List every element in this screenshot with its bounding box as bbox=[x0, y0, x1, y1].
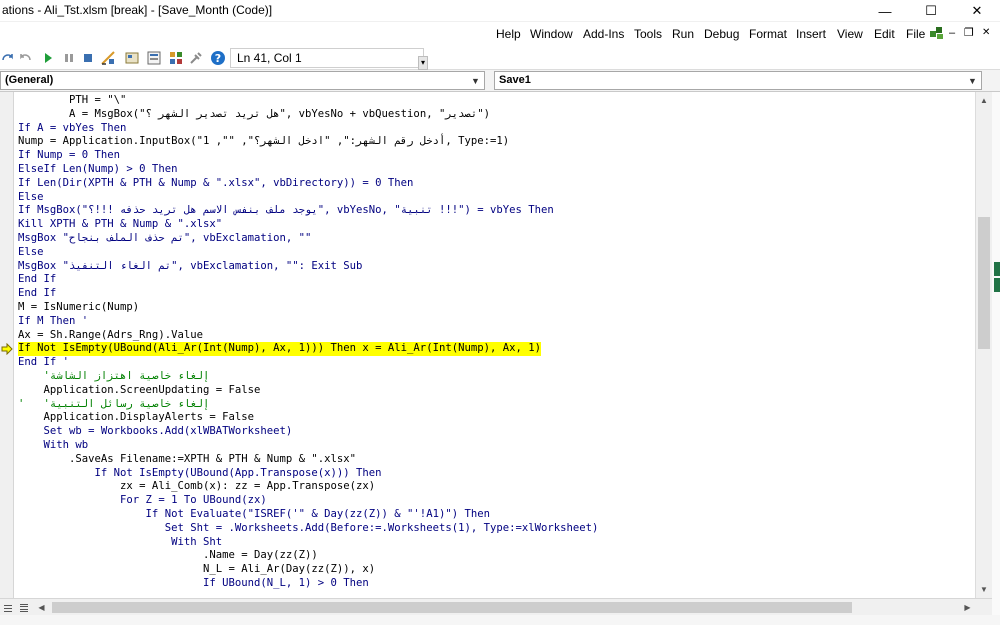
code-line[interactable]: ElseIf Len(Nump) > 0 Then bbox=[18, 163, 177, 177]
chevron-down-icon: ▼ bbox=[968, 75, 977, 86]
code-line[interactable]: Nump = Application.InputBox("أدخل رقم ال… bbox=[18, 135, 509, 149]
code-line[interactable]: M = IsNumeric(Nump) bbox=[18, 301, 139, 315]
menu-debug[interactable]: Debug bbox=[704, 27, 739, 41]
code-line[interactable]: Application.DisplayAlerts = False bbox=[18, 411, 255, 425]
code-line[interactable]: For Z = 1 To UBound(zx) bbox=[18, 494, 267, 508]
menu-add-ins[interactable]: Add-Ins bbox=[583, 27, 624, 41]
svg-text:?: ? bbox=[215, 52, 221, 65]
code-line[interactable]: N_L = Ali_Ar(Day(zz(Z)), x) bbox=[18, 563, 375, 577]
toolbar-overflow-button[interactable]: ▾ bbox=[418, 56, 428, 70]
close-button[interactable]: ✕ bbox=[954, 0, 1000, 22]
break-icon[interactable] bbox=[61, 50, 77, 66]
code-line[interactable]: MsgBox "تم الغاء التنفيذ", vbExclamation… bbox=[18, 260, 362, 274]
code-line[interactable]: Set Sht = .Worksheets.Add(Before:=.Works… bbox=[18, 522, 599, 536]
procedure-dropdown-value: Save1 bbox=[499, 74, 531, 86]
reset-icon[interactable] bbox=[80, 50, 96, 66]
vba-project-icon bbox=[929, 25, 945, 41]
procedure-dropdown[interactable]: Save1 ▼ bbox=[494, 71, 982, 90]
code-line[interactable]: Application.ScreenUpdating = False bbox=[18, 384, 261, 398]
help-icon[interactable]: ? bbox=[210, 50, 226, 66]
vertical-scroll-thumb[interactable] bbox=[978, 217, 990, 349]
code-line[interactable]: MsgBox "تم حذف الملف بنجاح", vbExclamati… bbox=[18, 232, 311, 246]
object-dropdown[interactable]: (General) ▼ bbox=[0, 71, 485, 90]
toolbox-icon[interactable] bbox=[188, 50, 204, 66]
undo-icon[interactable] bbox=[17, 50, 33, 66]
code-line[interactable]: Else bbox=[18, 191, 44, 205]
margin-indicator-bar[interactable] bbox=[0, 92, 14, 598]
title-bar: ations - Ali_Tst.xlsm [break] - [Save_Mo… bbox=[0, 0, 1000, 22]
background-window-edge bbox=[992, 92, 1000, 625]
scroll-down-icon[interactable]: ▼ bbox=[976, 581, 992, 597]
code-line[interactable]: If MsgBox("يوجد ملف بنفس الاسم هل تريد ح… bbox=[18, 204, 554, 218]
menu-edit[interactable]: Edit bbox=[874, 27, 895, 41]
taskbar-edge bbox=[0, 615, 1000, 625]
standard-toolbar: ? Ln 41, Col 1 ▾ bbox=[0, 46, 1000, 70]
code-line[interactable]: If Not Evaluate("ISREF('" & Day(zz(Z)) &… bbox=[18, 508, 490, 522]
menu-view[interactable]: View bbox=[837, 27, 863, 41]
code-line[interactable]: If M Then ' bbox=[18, 315, 88, 329]
object-browser-icon[interactable] bbox=[168, 50, 184, 66]
project-explorer-icon[interactable] bbox=[124, 50, 140, 66]
execution-point-arrow-icon bbox=[0, 342, 14, 355]
code-line[interactable]: Set wb = Workbooks.Add(xlWBATWorksheet) bbox=[18, 425, 293, 439]
menu-tools[interactable]: Tools bbox=[634, 27, 662, 41]
object-dropdown-value: (General) bbox=[5, 74, 54, 86]
run-icon[interactable] bbox=[40, 50, 56, 66]
code-line[interactable]: If UBound(N_L, 1) > 0 Then bbox=[18, 577, 369, 591]
code-line[interactable]: PTH = "\" bbox=[18, 94, 126, 108]
code-line[interactable]: If Len(Dir(XPTH & PTH & Nump & ".xlsx", … bbox=[18, 177, 413, 191]
maximize-button[interactable]: ☐ bbox=[908, 0, 954, 22]
design-mode-icon[interactable] bbox=[100, 50, 116, 66]
cursor-position-status: Ln 41, Col 1 bbox=[230, 48, 424, 68]
properties-window-icon[interactable] bbox=[146, 50, 162, 66]
code-line[interactable]: If Not IsEmpty(UBound(App.Transpose(x)))… bbox=[18, 467, 382, 481]
scroll-left-icon[interactable]: ◀ bbox=[34, 600, 49, 615]
horizontal-scroll-thumb[interactable] bbox=[52, 602, 852, 613]
code-line[interactable]: .Name = Day(zz(Z)) bbox=[18, 549, 318, 563]
scroll-up-icon[interactable]: ▲ bbox=[976, 92, 992, 108]
mdi-restore-button[interactable]: ❐ bbox=[964, 26, 974, 39]
minimize-button[interactable]: — bbox=[862, 0, 908, 22]
code-line[interactable]: Ax = Sh.Range(Adrs_Rng).Value bbox=[18, 329, 203, 343]
code-line[interactable]: With Sht bbox=[18, 536, 222, 550]
full-module-view-icon[interactable] bbox=[16, 600, 31, 615]
procedure-view-icon[interactable] bbox=[0, 600, 15, 615]
code-line[interactable]: A = MsgBox("هل تريد تصدير الشهر ؟", vbYe… bbox=[18, 108, 490, 122]
menu-window[interactable]: Window bbox=[530, 27, 573, 41]
mdi-minimize-button[interactable]: – bbox=[949, 27, 955, 39]
menu-insert[interactable]: Insert bbox=[796, 27, 826, 41]
menu-run[interactable]: Run bbox=[672, 27, 694, 41]
code-line[interactable]: Else bbox=[18, 246, 44, 260]
code-window-dropdowns: (General) ▼ Save1 ▼ bbox=[0, 70, 1000, 92]
redo-icon[interactable] bbox=[0, 50, 16, 66]
menu-bar: Help Window Add-Ins Tools Run Debug Form… bbox=[0, 22, 1000, 46]
mdi-close-button[interactable]: ✕ bbox=[982, 27, 990, 38]
code-line[interactable]: If A = vbYes Then bbox=[18, 122, 126, 136]
code-line[interactable]: .SaveAs Filename:=XPTH & PTH & Nump & ".… bbox=[18, 453, 356, 467]
code-line[interactable]: 'إلغاء خاصية اهتزاز الشاشة bbox=[18, 370, 210, 384]
code-line[interactable]: End If bbox=[18, 273, 56, 287]
horizontal-scroll-area: ◀ ▶ bbox=[0, 598, 992, 615]
vertical-scrollbar[interactable]: ▲ ▼ bbox=[975, 92, 992, 598]
code-line[interactable]: If Nump = 0 Then bbox=[18, 149, 120, 163]
menu-format[interactable]: Format bbox=[749, 27, 787, 41]
code-line[interactable]: zx = Ali_Comb(x): zz = App.Transpose(zx) bbox=[18, 480, 375, 494]
code-line[interactable]: End If bbox=[18, 287, 56, 301]
code-line[interactable]: ' 'إلغاء خاصية رسائل التنبية bbox=[18, 398, 209, 412]
code-line[interactable]: Kill XPTH & PTH & Nump & ".xlsx" bbox=[18, 218, 222, 232]
code-line[interactable]: With wb bbox=[18, 439, 89, 453]
menu-file[interactable]: File bbox=[906, 27, 925, 41]
code-line[interactable]: End If ' bbox=[18, 356, 69, 370]
chevron-down-icon: ▼ bbox=[471, 75, 480, 86]
scroll-right-icon[interactable]: ▶ bbox=[960, 600, 975, 615]
code-editor[interactable]: PTH = "\" A = MsgBox("هل تريد تصدير الشه… bbox=[0, 92, 975, 598]
menu-help[interactable]: Help bbox=[496, 27, 521, 41]
current-execution-line[interactable]: If Not IsEmpty(UBound(Ali_Ar(Int(Nump), … bbox=[18, 342, 541, 357]
window-title: ations - Ali_Tst.xlsm [break] - [Save_Mo… bbox=[2, 3, 273, 17]
